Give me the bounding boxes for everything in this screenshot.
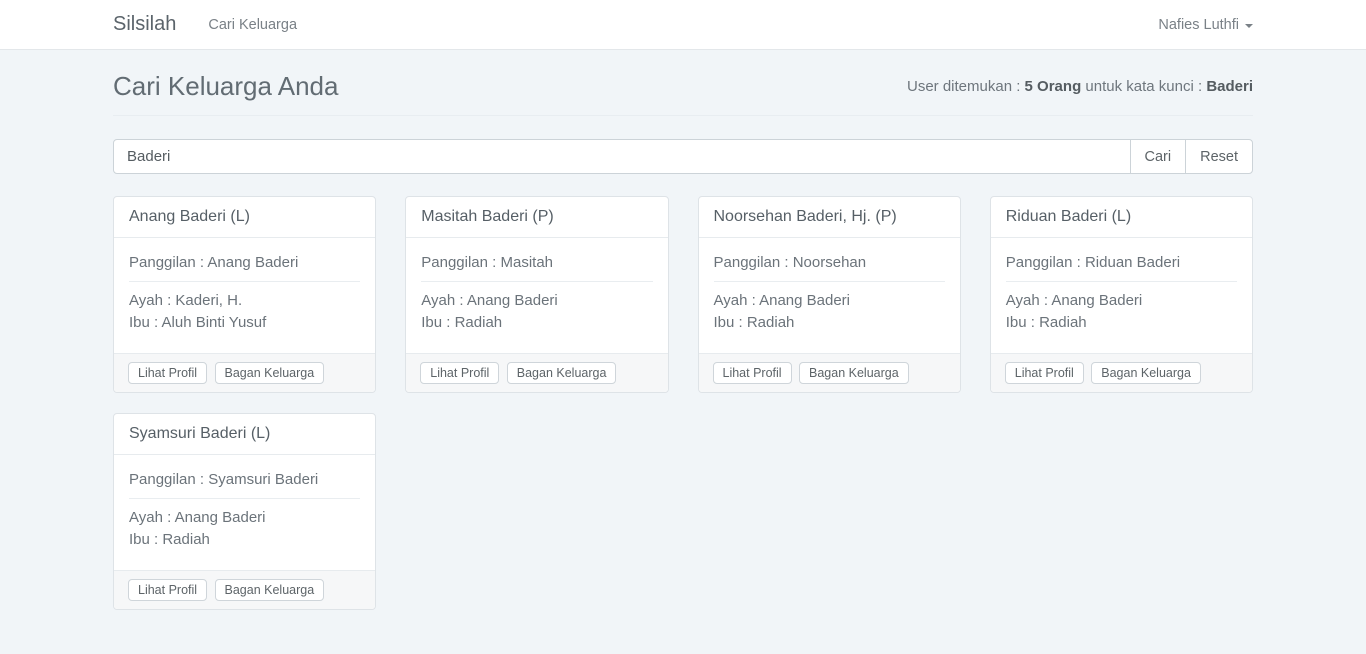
search-input[interactable]	[113, 139, 1131, 174]
person-father: Ayah : Anang Baderi	[129, 507, 360, 529]
person-nickname: Panggilan : Noorsehan	[714, 252, 945, 274]
brand-link[interactable]: Silsilah	[113, 13, 176, 36]
person-father: Ayah : Anang Baderi	[714, 290, 945, 312]
search-form: Cari Reset	[113, 139, 1253, 174]
page-title: Cari Keluarga Anda	[113, 71, 338, 102]
person-card-title: Masitah Baderi (P)	[406, 197, 667, 238]
view-profile-button[interactable]: Lihat Profil	[1005, 362, 1084, 384]
divider	[129, 281, 360, 282]
navbar-inner: Silsilah Cari Keluarga Nafies Luthfi	[113, 0, 1253, 49]
result-summary-middle: untuk kata kunci :	[1081, 78, 1206, 95]
person-card-footer: Lihat Profil Bagan Keluarga	[114, 570, 375, 609]
person-card-body: Panggilan : Riduan Baderi Ayah : Anang B…	[991, 238, 1252, 353]
person-card: Anang Baderi (L) Panggilan : Anang Bader…	[113, 196, 376, 393]
person-card: Noorsehan Baderi, Hj. (P) Panggilan : No…	[698, 196, 961, 393]
person-card: Masitah Baderi (P) Panggilan : Masitah A…	[405, 196, 668, 393]
view-profile-button[interactable]: Lihat Profil	[128, 362, 207, 384]
divider	[1006, 281, 1237, 282]
result-keyword: Baderi	[1206, 78, 1253, 95]
divider	[714, 281, 945, 282]
search-submit-button[interactable]: Cari	[1130, 139, 1187, 174]
person-card: Riduan Baderi (L) Panggilan : Riduan Bad…	[990, 196, 1253, 393]
person-card-title: Syamsuri Baderi (L)	[114, 414, 375, 455]
user-menu-label: Nafies Luthfi	[1158, 17, 1239, 33]
family-chart-button[interactable]: Bagan Keluarga	[215, 579, 325, 601]
search-reset-button[interactable]: Reset	[1185, 139, 1253, 174]
person-father: Ayah : Anang Baderi	[421, 290, 652, 312]
family-chart-button[interactable]: Bagan Keluarga	[215, 362, 325, 384]
person-mother: Ibu : Aluh Binti Yusuf	[129, 312, 360, 334]
person-mother: Ibu : Radiah	[714, 312, 945, 334]
page-header: Cari Keluarga Anda User ditemukan : 5 Or…	[113, 71, 1253, 116]
person-card-body: Panggilan : Noorsehan Ayah : Anang Bader…	[699, 238, 960, 353]
person-card-body: Panggilan : Anang Baderi Ayah : Kaderi, …	[114, 238, 375, 353]
person-father: Ayah : Kaderi, H.	[129, 290, 360, 312]
person-card-title: Anang Baderi (L)	[114, 197, 375, 238]
user-menu-dropdown[interactable]: Nafies Luthfi	[1158, 17, 1253, 33]
family-chart-button[interactable]: Bagan Keluarga	[1091, 362, 1201, 384]
person-card-body: Panggilan : Masitah Ayah : Anang Baderi …	[406, 238, 667, 353]
result-summary-prefix: User ditemukan :	[907, 78, 1025, 95]
result-count: 5 Orang	[1025, 78, 1082, 95]
person-father: Ayah : Anang Baderi	[1006, 290, 1237, 312]
view-profile-button[interactable]: Lihat Profil	[420, 362, 499, 384]
main-content: Cari Keluarga Anda User ditemukan : 5 Or…	[0, 50, 1366, 650]
person-card: Syamsuri Baderi (L) Panggilan : Syamsuri…	[113, 413, 376, 610]
divider	[421, 281, 652, 282]
nav-link-cari-keluarga[interactable]: Cari Keluarga	[208, 17, 297, 33]
person-card-footer: Lihat Profil Bagan Keluarga	[406, 353, 667, 392]
person-nickname: Panggilan : Anang Baderi	[129, 252, 360, 274]
person-card-title: Riduan Baderi (L)	[991, 197, 1252, 238]
result-summary: User ditemukan : 5 Orang untuk kata kunc…	[907, 78, 1253, 95]
navbar: Silsilah Cari Keluarga Nafies Luthfi	[0, 0, 1366, 50]
view-profile-button[interactable]: Lihat Profil	[713, 362, 792, 384]
person-card-footer: Lihat Profil Bagan Keluarga	[699, 353, 960, 392]
person-card-body: Panggilan : Syamsuri Baderi Ayah : Anang…	[114, 455, 375, 570]
person-card-title: Noorsehan Baderi, Hj. (P)	[699, 197, 960, 238]
person-card-footer: Lihat Profil Bagan Keluarga	[114, 353, 375, 392]
person-card-footer: Lihat Profil Bagan Keluarga	[991, 353, 1252, 392]
person-nickname: Panggilan : Riduan Baderi	[1006, 252, 1237, 274]
caret-down-icon	[1245, 24, 1253, 28]
person-nickname: Panggilan : Masitah	[421, 252, 652, 274]
view-profile-button[interactable]: Lihat Profil	[128, 579, 207, 601]
person-mother: Ibu : Radiah	[129, 529, 360, 551]
divider	[129, 498, 360, 499]
results-grid: Anang Baderi (L) Panggilan : Anang Bader…	[113, 196, 1253, 650]
family-chart-button[interactable]: Bagan Keluarga	[507, 362, 617, 384]
person-nickname: Panggilan : Syamsuri Baderi	[129, 469, 360, 491]
family-chart-button[interactable]: Bagan Keluarga	[799, 362, 909, 384]
person-mother: Ibu : Radiah	[1006, 312, 1237, 334]
person-mother: Ibu : Radiah	[421, 312, 652, 334]
